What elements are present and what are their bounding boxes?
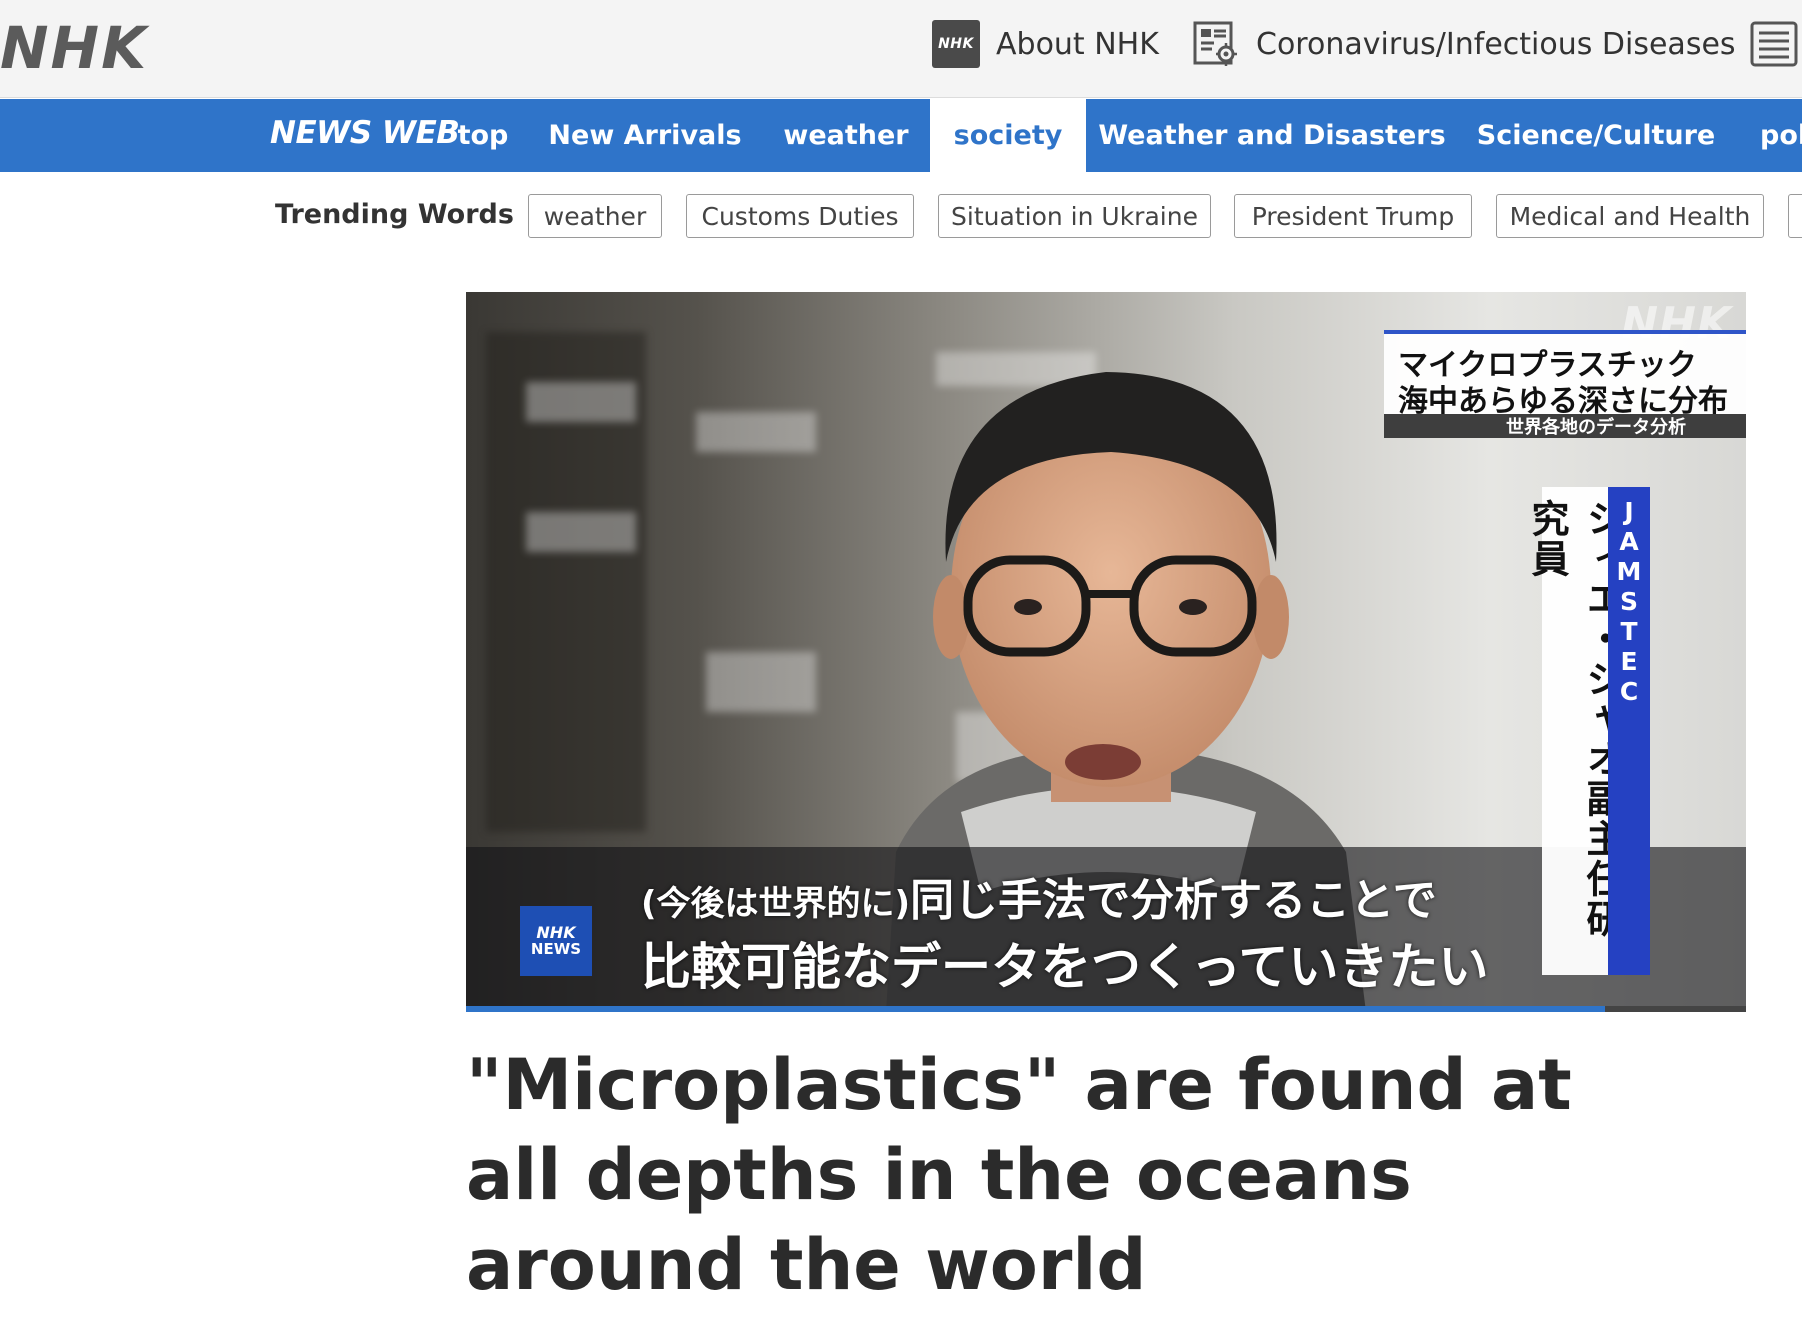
nav-item-society[interactable]: society [930, 99, 1086, 172]
nhk-logo[interactable]: NHK [0, 14, 148, 82]
subtitle-line-1-text: 同じ手法で分析することで [910, 875, 1437, 926]
badge-news-text: NEWS [530, 939, 582, 958]
nhk-news-badge: NHK NEWS [520, 906, 592, 976]
speaker-organization: JAMSTEC [1614, 497, 1644, 707]
speaker-name-strip: シィエ・ジャオ副主任研究員 [1525, 487, 1624, 975]
trending-chip[interactable]: Medical and Health [1496, 194, 1764, 238]
nav-item-politics[interactable]: pol [1760, 99, 1802, 172]
nav-item-new-arrivals[interactable]: New Arrivals [540, 99, 750, 172]
topic-subtitle: 世界各地のデータ分析 [1384, 414, 1746, 438]
video-progress-fill [466, 1006, 1606, 1012]
trending-chip[interactable]: weather [528, 194, 662, 238]
subtitle-prefix: (今後は世界的に) [641, 884, 911, 924]
site-header: NHK NHK About NHK Coronavirus/Infectious… [0, 0, 1802, 98]
news-video-player[interactable]: (今後は世界的に)同じ手法で分析することで 比較可能なデータをつくっていきたい … [466, 292, 1746, 1012]
trending-chip[interactable]: President Trump [1234, 194, 1472, 238]
nav-item-science-culture[interactable]: Science/Culture [1472, 99, 1720, 172]
subtitle-line-2: 比較可能なデータをつくっていきたい [641, 938, 1489, 996]
video-progress-bar[interactable] [466, 1006, 1746, 1012]
trending-chip[interactable]: Customs Duties [686, 194, 914, 238]
trending-words-label: Trending Words [275, 199, 514, 230]
list-menu-icon[interactable] [1750, 20, 1798, 68]
about-nhk-label: About NHK [996, 26, 1159, 62]
about-nhk-link[interactable]: NHK About NHK [932, 20, 1159, 68]
nav-item-weather-disasters[interactable]: Weather and Disasters [1096, 99, 1448, 172]
subtitle-line-1: (今後は世界的に)同じ手法で分析することで [641, 864, 1541, 928]
article-headline: "Microplastics" are found at all depths … [466, 1044, 1572, 1306]
news-web-brand[interactable]: NEWS WEB [270, 115, 460, 151]
coronavirus-link[interactable]: Coronavirus/Infectious Diseases [1192, 20, 1736, 68]
speaker-org-strip: JAMSTEC [1608, 487, 1650, 975]
badge-nhk-text: NHK [536, 922, 576, 942]
nhk-square-icon: NHK [932, 20, 980, 68]
nav-item-top[interactable]: top [452, 99, 514, 172]
trending-chip[interactable]: Situation in Ukraine [938, 194, 1211, 238]
trending-chip-partial[interactable] [1788, 194, 1802, 238]
main-nav: NEWS WEB top New Arrivals weather societ… [0, 99, 1802, 172]
virus-info-icon [1193, 21, 1237, 66]
nav-item-weather[interactable]: weather [770, 99, 922, 172]
coronavirus-label: Coronavirus/Infectious Diseases [1256, 26, 1736, 62]
